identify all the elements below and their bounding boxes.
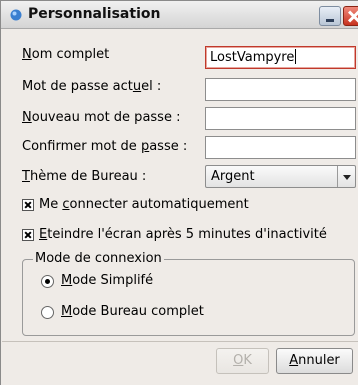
- auto-login-label: Me connecter automatiquement: [39, 197, 249, 212]
- text-caret: [295, 49, 297, 64]
- new-password-field[interactable]: [205, 107, 356, 130]
- simple-mode-radio[interactable]: [41, 275, 54, 288]
- new-password-label: Nouveau mot de passe :: [22, 110, 181, 125]
- close-icon[interactable]: [343, 6, 358, 26]
- simple-mode-label: Mode Simplifé: [61, 273, 154, 288]
- connection-mode-group: Mode de connexion Mode Simplifé Mode Bur…: [22, 251, 355, 336]
- auto-login-checkbox[interactable]: [22, 199, 34, 211]
- current-password-label: Mot de passe actuel :: [22, 79, 162, 94]
- full-name-field[interactable]: LostVampyre: [205, 46, 356, 69]
- full-desktop-mode-label: Mode Bureau complet: [61, 304, 204, 319]
- desktop-theme-value: Argent: [211, 169, 255, 184]
- connection-mode-legend: Mode de connexion: [33, 251, 164, 266]
- window-title: Personnalisation: [28, 6, 161, 22]
- cancel-button[interactable]: Annuler: [276, 348, 353, 374]
- desktop-theme-select[interactable]: Argent: [205, 165, 356, 188]
- current-password-field[interactable]: [205, 78, 356, 101]
- title-bar[interactable]: Personnalisation: [1, 1, 358, 29]
- desktop-theme-label: Thème de Bureau :: [22, 169, 147, 184]
- screen-off-label: Eteindre l'écran après 5 minutes d'inact…: [39, 227, 327, 242]
- full-desktop-mode-radio[interactable]: [41, 306, 54, 319]
- button-separator: [2, 341, 358, 342]
- screen-off-checkbox[interactable]: [22, 229, 34, 241]
- confirm-password-field[interactable]: [205, 136, 356, 159]
- minimize-icon[interactable]: [319, 6, 341, 26]
- personalization-dialog: Personnalisation Nom complet LostVampyre…: [0, 0, 358, 385]
- confirm-password-label: Confirmer mot de passe :: [22, 139, 188, 154]
- app-globe-icon: [10, 9, 22, 21]
- chevron-down-icon[interactable]: [337, 166, 355, 187]
- full-name-label: Nom complet: [22, 47, 110, 62]
- ok-button[interactable]: OK: [216, 348, 269, 374]
